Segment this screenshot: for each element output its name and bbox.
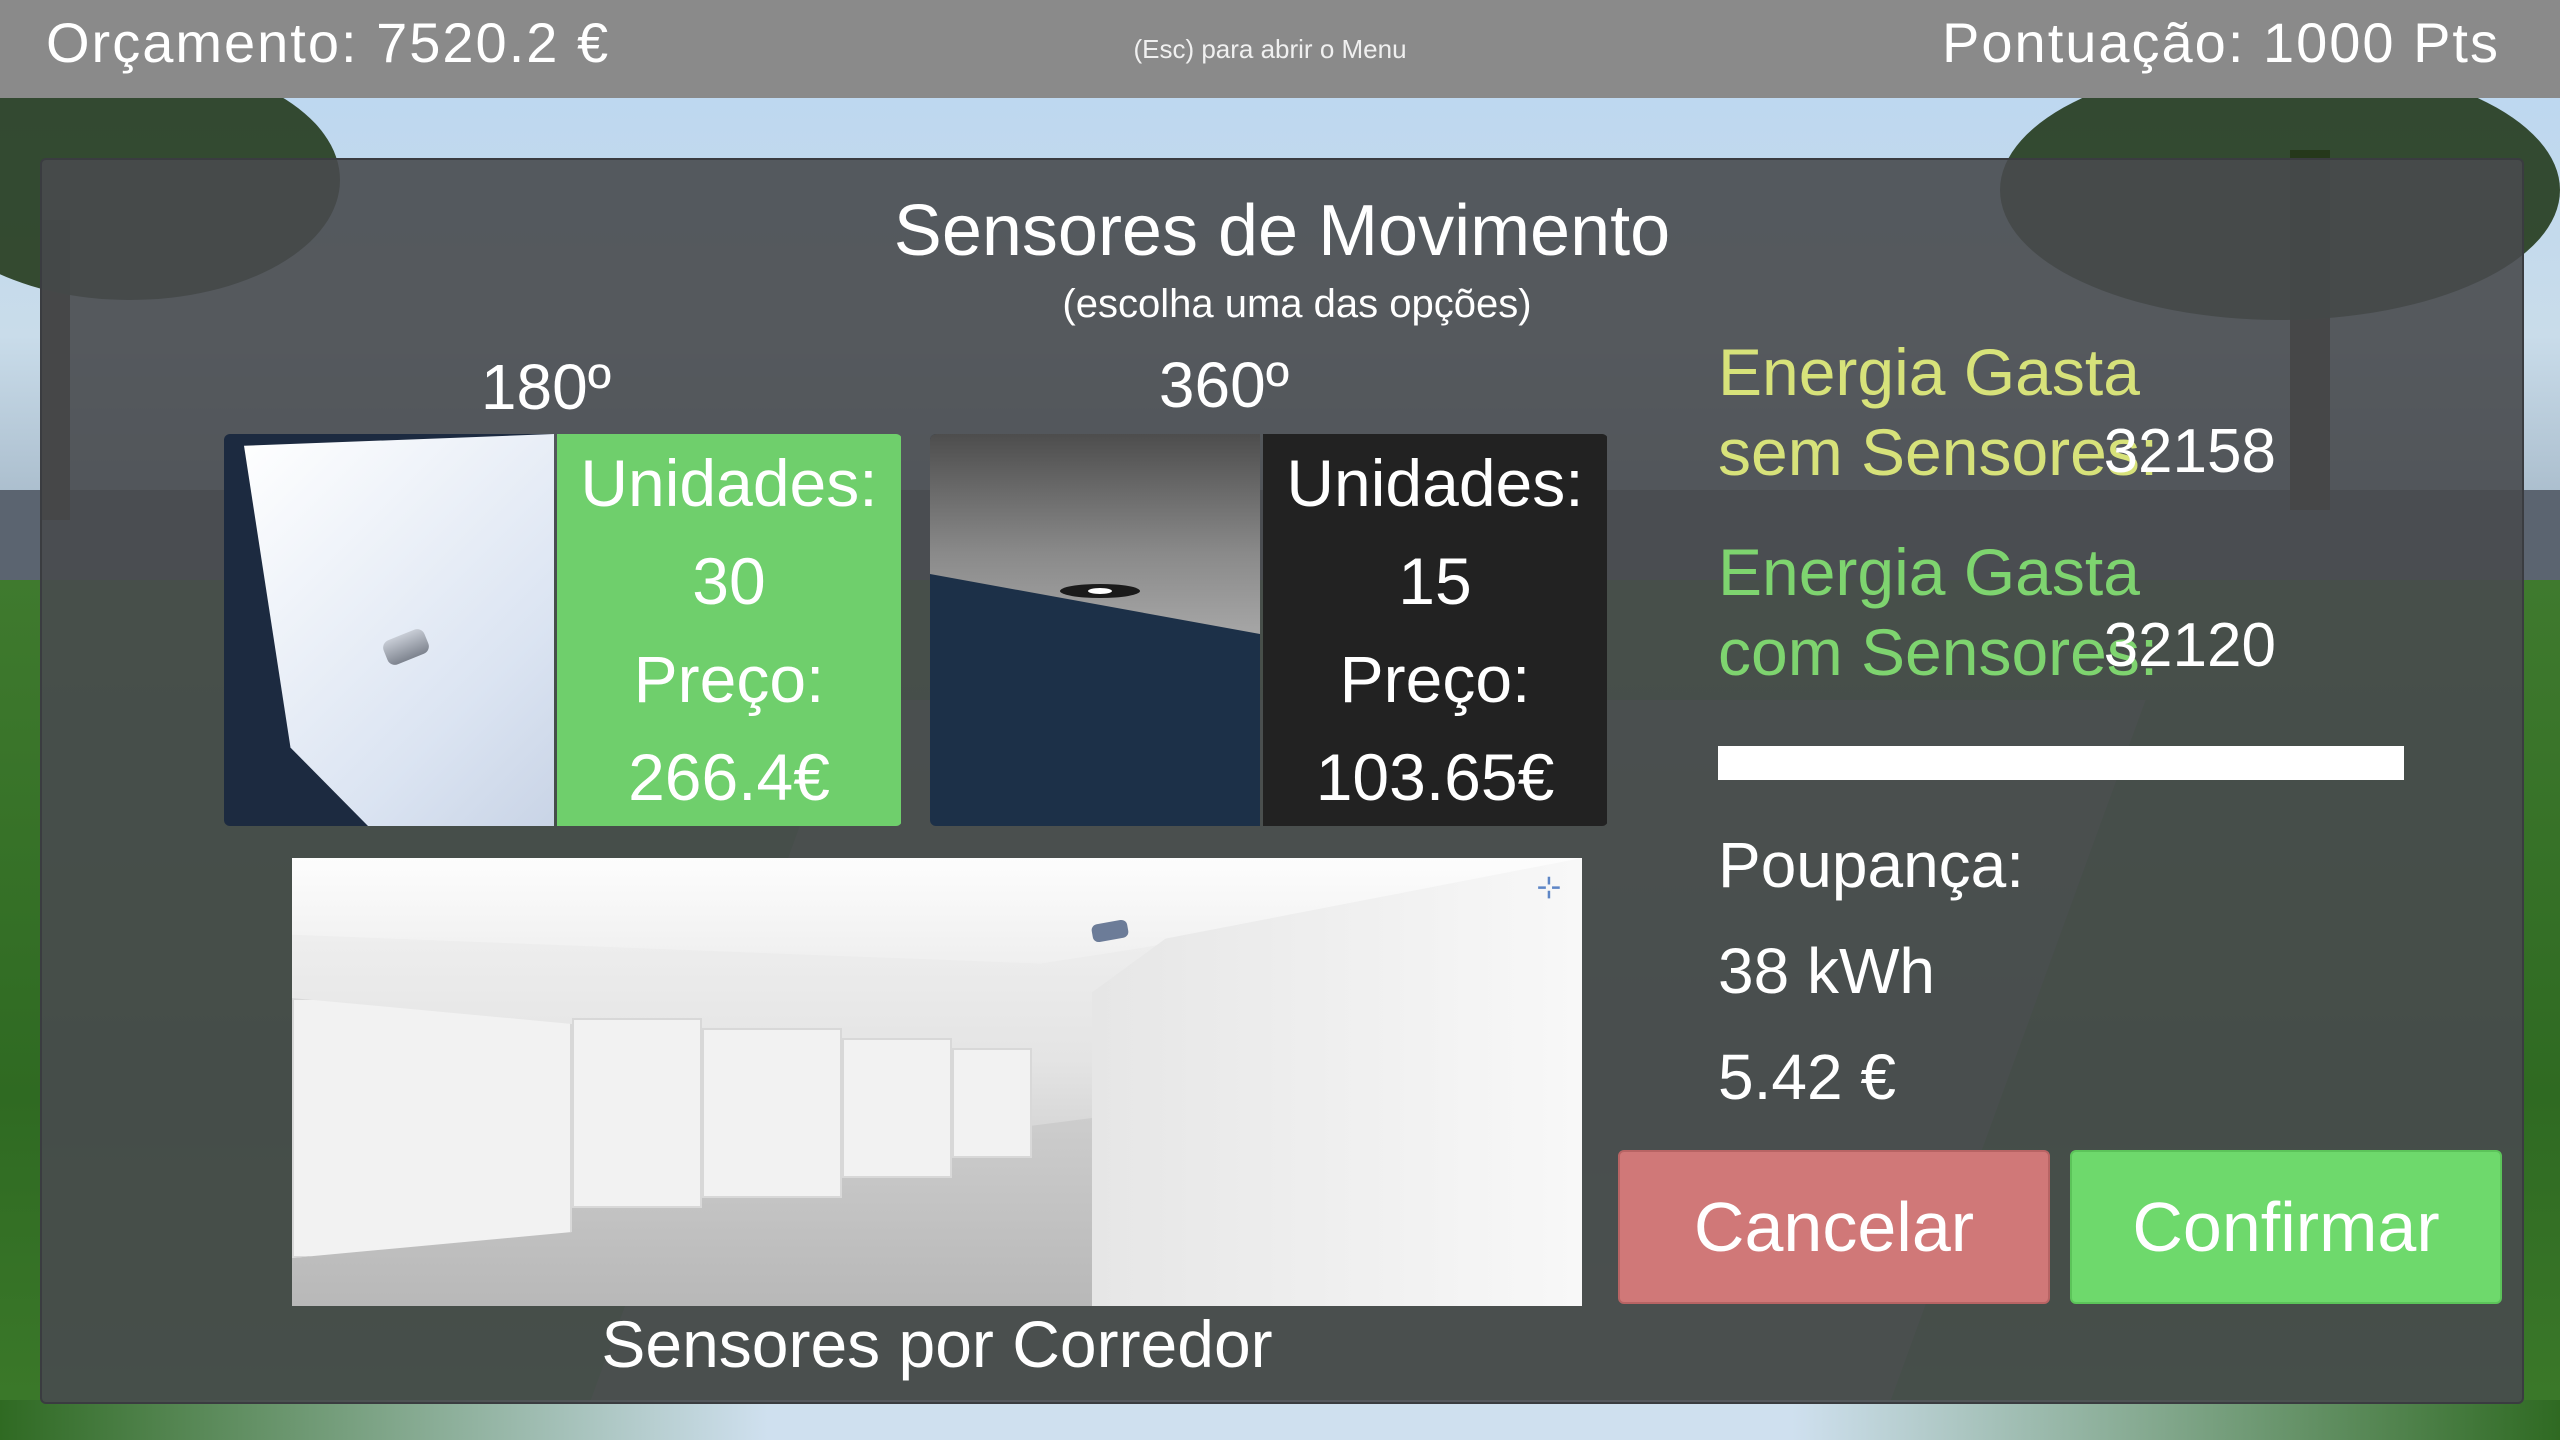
savings-energy: 38 kWh	[1718, 935, 1935, 1007]
option-180-card[interactable]: Unidades: 30 Preço: 266.4€	[224, 434, 902, 826]
option-180-preview-image	[224, 434, 554, 826]
option-360-card[interactable]: Unidades: 15 Preço: 103.65€	[930, 434, 1608, 826]
corridor-caption: Sensores por Corredor	[601, 1307, 1273, 1381]
energy-with-number: 32120	[2103, 611, 2276, 680]
savings-money: 5.42 €	[1718, 1041, 1896, 1113]
foreground-strip	[0, 1400, 2560, 1440]
corridor-wall-panel	[842, 1038, 952, 1178]
option-180-price-label: Preço:	[633, 642, 825, 716]
corridor-wall-panel	[292, 998, 572, 1258]
energy-comparison-bar	[1718, 746, 2404, 780]
score-display: Pontuação: 1000 Pts	[1942, 11, 2500, 74]
option-360-price-label: Preço:	[1339, 642, 1531, 716]
top-hud-bar: Orçamento: 7520.2 € (Esc) para abrir o M…	[0, 0, 2560, 98]
option-180-info: Unidades: 30 Preço: 266.4€	[557, 434, 901, 826]
dialog-subtitle: (escolha uma das opções)	[1062, 282, 1532, 326]
energy-with-label-line1: Energia Gasta	[1718, 535, 2140, 609]
corridor-wall-panel	[702, 1028, 842, 1198]
energy-without-number: 32158	[2103, 417, 2276, 486]
preview-ceiling	[930, 434, 1260, 634]
energy-without-value: 32158	[1842, 416, 2482, 487]
option-180-units-label: Unidades:	[580, 446, 878, 520]
preview-wall	[244, 434, 554, 826]
corridor-preview-image: ⊹	[292, 858, 1582, 1306]
option-360-info: Unidades: 15 Preço: 103.65€	[1263, 434, 1607, 826]
option-180-price: 266.4€	[628, 740, 830, 814]
option-360-preview-image	[930, 434, 1260, 826]
motion-sensor-dialog: Sensores de Movimento (escolha uma das o…	[40, 158, 2524, 1404]
corridor-wall-panel	[952, 1048, 1032, 1158]
cancel-button[interactable]: Cancelar	[1618, 1150, 2050, 1304]
sensor-360-icon	[1060, 584, 1140, 598]
axis-gizmo-icon: ⊹	[1536, 871, 1562, 904]
savings-label: Poupança:	[1718, 829, 2025, 901]
option-360-units-label: Unidades:	[1286, 446, 1584, 520]
confirm-button[interactable]: Confirmar	[2070, 1150, 2502, 1304]
option-180-label: 180º	[480, 351, 612, 423]
corridor-wall-panel	[572, 1018, 702, 1208]
option-180-units: 30	[692, 544, 766, 618]
option-360-price: 103.65€	[1315, 740, 1555, 814]
energy-without-label-line1: Energia Gasta	[1718, 335, 2140, 409]
option-360-units: 15	[1398, 544, 1472, 618]
dialog-title: Sensores de Movimento	[893, 191, 1671, 271]
energy-with-value: 32120	[1842, 610, 2482, 681]
option-360-label: 360º	[1158, 349, 1290, 421]
